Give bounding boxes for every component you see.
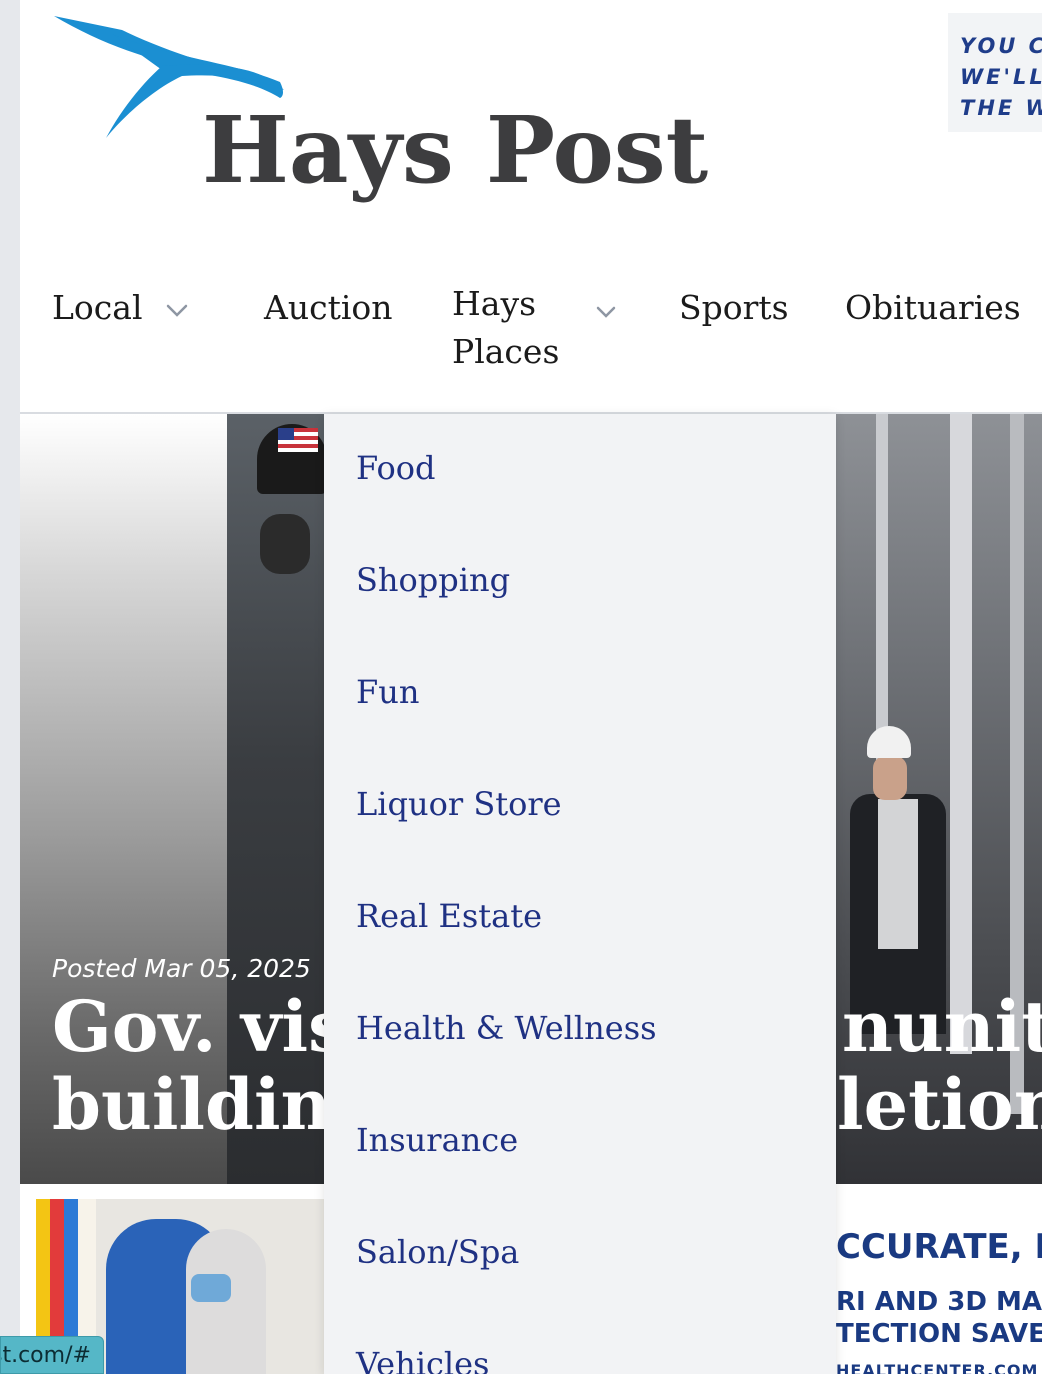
headline-fragment: Gov. vis: [52, 985, 348, 1068]
hero-image-detail: [260, 514, 310, 574]
ad-line: TECTION SAVE: [836, 1319, 1042, 1349]
dropdown-item-salon-spa[interactable]: Salon/Spa: [356, 1232, 519, 1272]
hero-image-detail: [878, 799, 918, 949]
ad-line: THE W: [960, 96, 1042, 120]
headline-fragment: letion: [837, 1063, 1042, 1146]
dropdown-item-vehicles[interactable]: Vehicles: [356, 1344, 489, 1374]
site-logo[interactable]: Hays Post: [52, 10, 708, 210]
nav-item-auction[interactable]: Auction: [264, 284, 393, 332]
bottom-right-ad[interactable]: CCURATE, N RI AND 3D MAI TECTION SAVE HE…: [836, 1199, 1042, 1374]
hero-post-date: Posted Mar 05, 2025: [52, 954, 311, 983]
ad-line: CCURATE, N: [836, 1227, 1042, 1267]
dropdown-item-fun[interactable]: Fun: [356, 672, 419, 712]
headline-fragment: nunity: [842, 985, 1042, 1068]
ad-line: HEALTHCENTER.COM: [836, 1361, 1039, 1374]
ad-line: RI AND 3D MAI: [836, 1287, 1042, 1317]
chevron-down-icon[interactable]: [594, 300, 618, 324]
main-nav: Local Auction Hays Places Sports Obituar…: [20, 250, 1042, 400]
hero-image-beam: [950, 414, 972, 1054]
site-header: Hays Post YOU C WE'LL THE W Local Auctio…: [20, 0, 1042, 412]
chevron-down-icon[interactable]: [165, 298, 189, 322]
ad-line: YOU C: [960, 34, 1042, 58]
nav-item-local[interactable]: Local: [52, 284, 143, 332]
flag-icon: [278, 428, 318, 452]
nav-item-hays-places-line1[interactable]: Hays: [452, 280, 536, 328]
ad-line: WE'LL: [960, 65, 1042, 89]
hero-image-detail: [873, 756, 907, 800]
status-url-text: st.com/#: [0, 1343, 91, 1368]
dropdown-item-health-wellness[interactable]: Health & Wellness: [356, 1008, 657, 1048]
dropdown-item-real-estate[interactable]: Real Estate: [356, 896, 542, 936]
top-right-ad[interactable]: YOU C WE'LL THE W: [948, 13, 1042, 132]
logo-wordmark: Hays Post: [202, 96, 709, 204]
nav-item-hays-places-line2[interactable]: Places: [452, 328, 559, 376]
dropdown-item-shopping[interactable]: Shopping: [356, 560, 510, 600]
hays-places-dropdown: Food Shopping Fun Liquor Store Real Esta…: [324, 414, 836, 1374]
nav-item-obituaries[interactable]: Obituaries: [845, 284, 1021, 332]
dropdown-item-food[interactable]: Food: [356, 448, 435, 488]
nav-item-sports[interactable]: Sports: [679, 284, 789, 332]
status-bar-url: st.com/#: [0, 1336, 104, 1374]
browser-left-edge: [0, 0, 20, 1374]
dropdown-item-liquor-store[interactable]: Liquor Store: [356, 784, 562, 824]
thumbnail-detail: [191, 1274, 231, 1302]
dropdown-item-insurance[interactable]: Insurance: [356, 1120, 518, 1160]
